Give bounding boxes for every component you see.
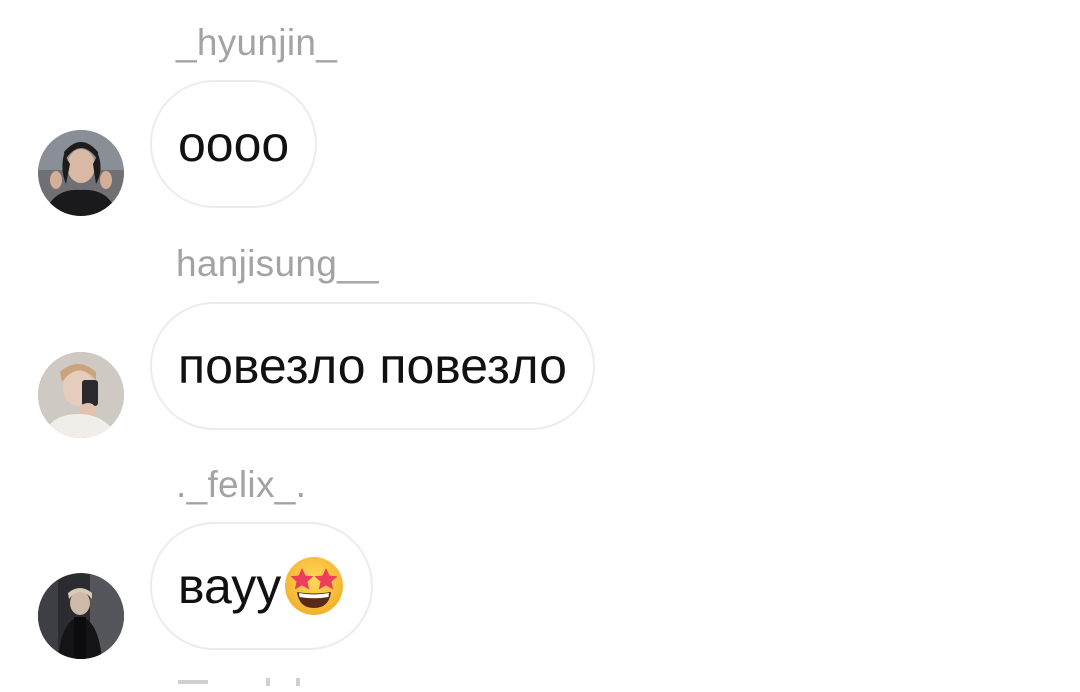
user-avatar[interactable] (38, 573, 124, 659)
message-bubble[interactable]: вауу (150, 522, 374, 650)
message-username[interactable]: hanjisung__ (176, 245, 379, 282)
message-bubble[interactable]: oooo (150, 80, 318, 208)
message-text: повезло повезло (178, 338, 567, 394)
message-bubble[interactable]: повезло повезло (150, 302, 595, 430)
message-username[interactable]: _hyunjin_ (176, 24, 337, 61)
message-text: вауу (178, 558, 282, 614)
star-struck-emoji-icon (283, 555, 345, 617)
chat-thread: _hyunjin_ oooo hanjisung__ повезло повез… (0, 0, 1080, 686)
next-message-username-peek (176, 672, 336, 692)
message-username[interactable]: ._felix_. (176, 466, 306, 503)
message-text: oooo (178, 116, 290, 172)
user-avatar[interactable] (38, 352, 124, 438)
user-avatar[interactable] (38, 130, 124, 216)
